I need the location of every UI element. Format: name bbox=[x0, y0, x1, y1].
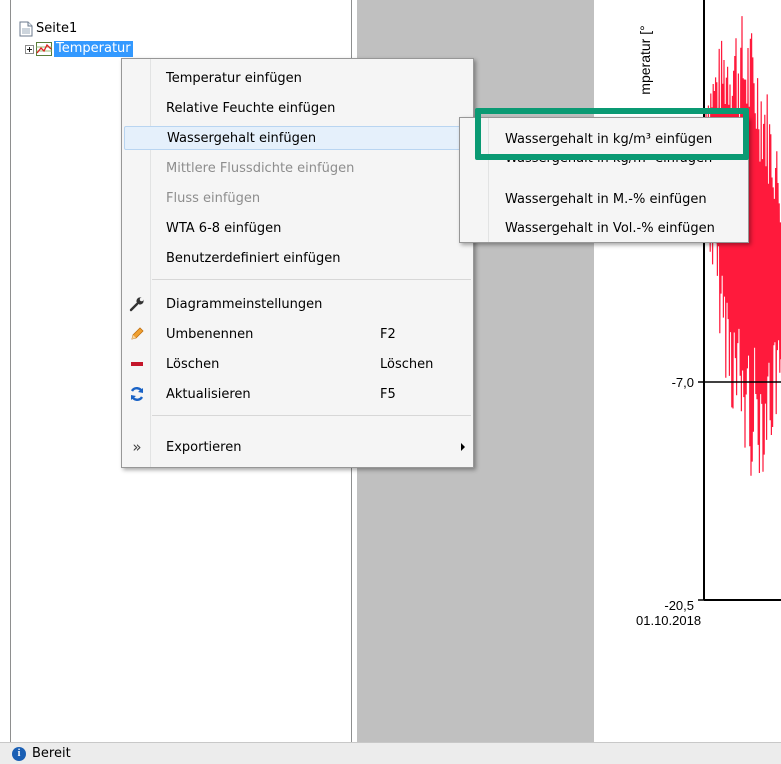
y-tick-label-mid: -7,0 bbox=[672, 375, 694, 390]
tree-item-label: Seite1 bbox=[36, 21, 78, 36]
menu-item-chart-settings[interactable]: Diagrammeinstellungen bbox=[124, 292, 471, 316]
context-menu: Temperatur einfügen Relative Feuchte ein… bbox=[121, 58, 474, 468]
menu-item-insert-mean-flux-density[interactable]: Mittlere Flussdichte einfügen bbox=[124, 156, 471, 180]
menu-item-insert-custom[interactable]: Benutzerdefiniert einfügen bbox=[124, 246, 471, 270]
temperature-series bbox=[705, 16, 781, 476]
menu-separator bbox=[152, 279, 471, 280]
minus-icon bbox=[128, 355, 146, 373]
pencil-icon bbox=[128, 325, 146, 343]
menu-separator bbox=[152, 415, 471, 416]
temperature-series-line bbox=[705, 16, 781, 476]
menu-item-refresh[interactable]: Aktualisieren F5 bbox=[124, 382, 471, 406]
menu-item-export[interactable]: » Exportieren bbox=[124, 435, 471, 459]
status-text: Bereit bbox=[32, 746, 71, 761]
info-icon: i bbox=[12, 746, 26, 761]
y-axis-label: mperatur [° bbox=[637, 25, 653, 94]
menu-item-delete[interactable]: Löschen Löschen bbox=[124, 352, 471, 376]
menu-item-insert-flux[interactable]: Fluss einfügen bbox=[124, 186, 471, 210]
y-tick-label-bottom: -20,5 bbox=[664, 598, 694, 613]
tree-item-temperatur[interactable]: Temperatur bbox=[25, 40, 133, 58]
highlight-box bbox=[475, 108, 749, 160]
menu-item-insert-water-content[interactable]: Wassergehalt einfügen bbox=[124, 126, 471, 150]
submenu-item-water-mass-percent[interactable]: Wassergehalt in M.-% einfügen bbox=[462, 187, 746, 211]
menu-item-insert-temperature[interactable]: Temperatur einfügen bbox=[124, 66, 471, 90]
double-chevron-icon: » bbox=[132, 438, 142, 456]
menu-item-insert-wta[interactable]: WTA 6-8 einfügen bbox=[124, 216, 471, 240]
submenu-item-water-kg-m3-duplicate[interactable]: Wassergehalt in kg/m³ einfügen bbox=[462, 157, 746, 181]
chart-icon bbox=[36, 42, 52, 56]
submenu-arrow-icon bbox=[461, 443, 465, 451]
refresh-icon bbox=[128, 385, 146, 403]
menu-item-rename[interactable]: Umbenennen F2 bbox=[124, 322, 471, 346]
x-tick-label-first: 01.10.2018 bbox=[636, 613, 701, 628]
menu-item-insert-relative-humidity[interactable]: Relative Feuchte einfügen bbox=[124, 96, 471, 120]
page-icon bbox=[19, 21, 33, 37]
expand-icon[interactable] bbox=[25, 44, 34, 54]
tree-item-label: Temperatur bbox=[54, 41, 133, 57]
tree-item-seite1[interactable]: Seite1 bbox=[19, 20, 77, 38]
status-bar: i Bereit bbox=[0, 742, 781, 764]
wrench-icon bbox=[128, 295, 146, 313]
submenu-item-water-vol-percent[interactable]: Wassergehalt in Vol.-% einfügen bbox=[462, 216, 746, 240]
